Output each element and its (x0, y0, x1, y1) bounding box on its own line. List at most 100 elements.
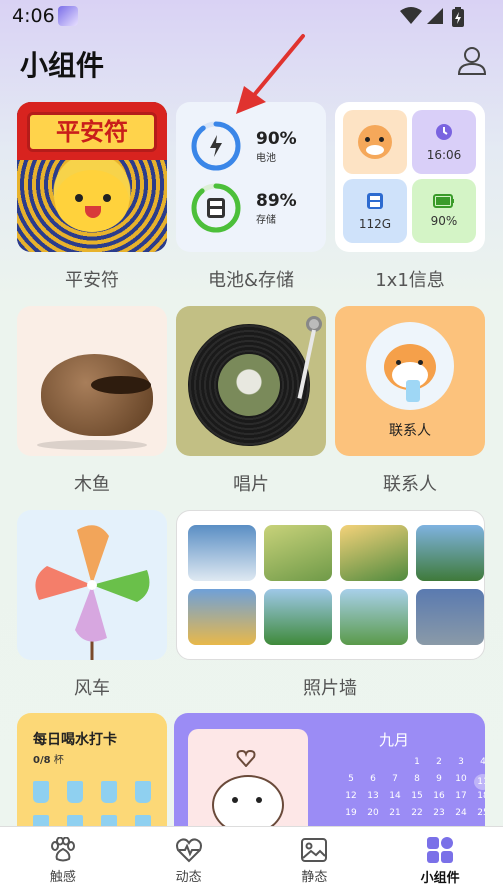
pinganfu-label: 平安符 (65, 270, 119, 291)
heart-icon (236, 749, 256, 767)
storage-ring (190, 182, 242, 234)
calendar-day[interactable]: 10 (452, 774, 470, 784)
calendar-day[interactable]: 24 (452, 808, 470, 818)
calendar-day[interactable]: 22 (408, 808, 426, 818)
calendar-day[interactable]: 25 (474, 808, 485, 818)
info-1x1-widget[interactable]: 16:06 112G 90% (335, 102, 485, 252)
profile-icon[interactable] (456, 44, 488, 76)
water-unit: 杯 (53, 755, 64, 766)
contact-label: 联系人 (383, 474, 437, 495)
calendar-day[interactable]: 13 (364, 791, 382, 801)
storage-icon (367, 193, 383, 209)
nav-tab-static[interactable]: 静态 (252, 827, 378, 894)
calendar-day[interactable]: 16 (430, 791, 448, 801)
nav-label: 小组件 (420, 870, 460, 886)
calendar-day[interactable]: 6 (364, 774, 382, 784)
nav-label: 动态 (175, 869, 202, 885)
pinganfu-title: 平安符 (27, 112, 157, 152)
windmill-label: 风车 (74, 678, 110, 699)
nav-tab-widgets[interactable]: 小组件 (377, 827, 503, 894)
calendar-day[interactable]: 8 (408, 774, 426, 784)
photo-1 (188, 525, 256, 581)
muyu-label: 木鱼 (74, 474, 110, 495)
status-time: 4:06 (12, 5, 55, 27)
calendar-day[interactable]: 19 (342, 808, 360, 818)
bottom-nav: 触感 动态 静态 小组件 (0, 826, 503, 894)
mini-storage-tile: 112G (343, 179, 407, 243)
calendar-month: 九月 (378, 731, 409, 749)
photo-5 (188, 589, 256, 645)
page-title: 小组件 (20, 49, 105, 82)
widgets-icon (427, 836, 454, 863)
calendar-day[interactable]: 17 (452, 791, 470, 801)
calendar-day[interactable]: 4 (474, 757, 485, 767)
photo-3 (340, 525, 408, 581)
calendar-day[interactable]: 21 (386, 808, 404, 818)
mini-storage-value: 112G (358, 217, 392, 231)
muyu-widget[interactable] (17, 306, 167, 456)
windmill-icon (35, 525, 150, 660)
clock-icon (436, 124, 452, 140)
photo-8 (416, 589, 484, 645)
calendar-day[interactable]: 15 (408, 791, 426, 801)
record-widget[interactable] (176, 306, 326, 456)
photowall-label: 照片墙 (303, 678, 357, 699)
water-cup[interactable] (101, 781, 117, 803)
mini-time-value: 16:06 (426, 148, 462, 162)
contact-widget[interactable]: 联系人 (335, 306, 485, 456)
nav-label: 静态 (301, 869, 328, 885)
status-bar: 4:06 (0, 0, 503, 32)
windmill-widget[interactable] (17, 510, 167, 660)
record-label: 唱片 (233, 474, 269, 495)
water-widget[interactable]: 每日喝水打卡 0/8 杯 (17, 713, 167, 843)
paw-icon (50, 836, 75, 861)
storage-sub: 存储 (256, 214, 276, 226)
water-progress: 0/8 (33, 755, 51, 766)
water-cup[interactable] (33, 781, 49, 803)
mini-cat-tile (343, 110, 407, 174)
battery-storage-widget[interactable]: 90% 电池 89% 存储 (176, 102, 326, 252)
battery-status-icon (452, 7, 464, 27)
battery-ring (190, 120, 242, 172)
water-cup[interactable] (135, 781, 151, 803)
app-notification-icon (58, 6, 78, 26)
info-1x1-label: 1x1信息 (375, 270, 445, 291)
storage-percent: 89% (256, 190, 297, 211)
calendar-widget[interactable]: 九月 1234567891011121314151617181920212223… (174, 713, 485, 843)
water-title: 每日喝水打卡 (33, 732, 117, 748)
battery-percent: 90% (256, 128, 297, 149)
battery-storage-label: 电池&存储 (207, 270, 295, 291)
mini-battery-tile: 90% (412, 179, 476, 243)
calendar-day[interactable]: 9 (430, 774, 448, 784)
photo-7 (340, 589, 408, 645)
mini-time-tile: 16:06 (412, 110, 476, 174)
calendar-day[interactable]: 3 (452, 757, 470, 767)
wifi-icon (400, 7, 422, 24)
contact-name: 联系人 (389, 423, 431, 439)
signal-icon (427, 8, 443, 24)
photowall-widget[interactable] (176, 510, 485, 660)
nav-label: 触感 (49, 869, 76, 885)
photo-2 (264, 525, 332, 581)
pinganfu-widget[interactable]: 平安符 (17, 102, 167, 252)
nav-tab-touch[interactable]: 触感 (0, 827, 126, 894)
calendar-day[interactable]: 18 (474, 791, 485, 801)
calendar-day[interactable]: 12 (342, 791, 360, 801)
mini-battery-value: 90% (430, 214, 458, 228)
battery-sub: 电池 (256, 152, 276, 164)
nav-tab-dynamic[interactable]: 动态 (126, 827, 252, 894)
image-icon (301, 837, 328, 862)
calendar-day[interactable]: 1 (408, 757, 426, 767)
water-cup[interactable] (67, 781, 83, 803)
calendar-day[interactable]: 2 (430, 757, 448, 767)
photo-4 (416, 525, 484, 581)
calendar-day[interactable]: 20 (364, 808, 382, 818)
calendar-day[interactable]: 14 (386, 791, 404, 801)
photo-6 (264, 589, 332, 645)
calendar-day[interactable]: 7 (386, 774, 404, 784)
calendar-day[interactable]: 5 (342, 774, 360, 784)
battery-icon (433, 194, 454, 208)
calendar-day[interactable]: 11 (474, 774, 485, 790)
calendar-day[interactable]: 23 (430, 808, 448, 818)
pointer-arrow-icon (236, 34, 305, 114)
